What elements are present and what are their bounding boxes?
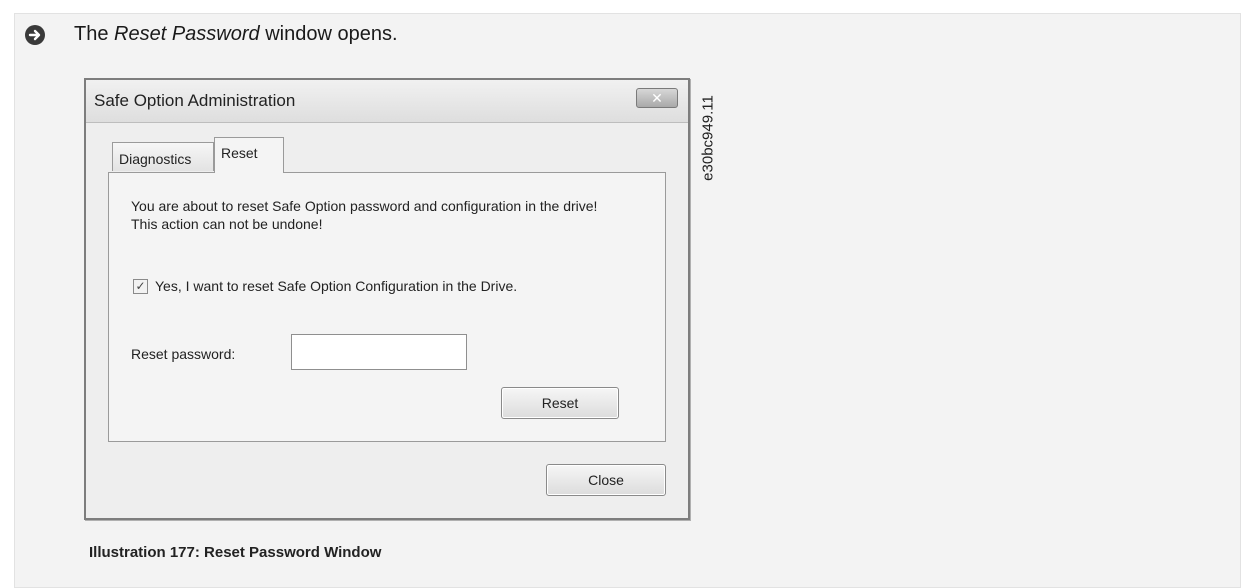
reset-button[interactable]: Reset	[501, 387, 619, 419]
reset-password-input[interactable]	[291, 334, 467, 370]
figure-code: e30bc949.11	[694, 78, 722, 198]
close-icon: ✕	[651, 90, 663, 106]
tab-reset[interactable]: Reset	[214, 137, 284, 173]
confirm-reset-checkbox[interactable]: ✓	[133, 279, 148, 294]
illustration-caption: Illustration 177: Reset Password Window	[89, 544, 382, 561]
close-button[interactable]: Close	[546, 464, 666, 496]
safe-option-administration-dialog: Safe Option Administration ✕ Diagnostics…	[84, 78, 690, 520]
confirm-reset-label[interactable]: Yes, I want to reset Safe Option Configu…	[155, 277, 615, 295]
result-window-name: Reset Password	[114, 23, 260, 45]
close-window-button[interactable]: ✕	[636, 88, 678, 108]
result-prefix: The	[74, 23, 115, 45]
figure-code-text: e30bc949.11	[699, 95, 717, 181]
result-text: The Reset Password window opens.	[74, 23, 398, 46]
dialog-titlebar: Safe Option Administration ✕	[86, 80, 688, 123]
result-suffix: window opens.	[259, 23, 398, 45]
arrow-right-circle-icon	[25, 25, 45, 45]
reset-password-label: Reset password:	[131, 346, 236, 362]
reset-warning-text: You are about to reset Safe Option passw…	[131, 198, 598, 232]
check-icon: ✓	[135, 279, 146, 293]
tab-diagnostics[interactable]: Diagnostics	[112, 142, 214, 171]
reset-tab-page: You are about to reset Safe Option passw…	[108, 172, 666, 442]
dialog-title: Safe Option Administration	[94, 91, 296, 110]
